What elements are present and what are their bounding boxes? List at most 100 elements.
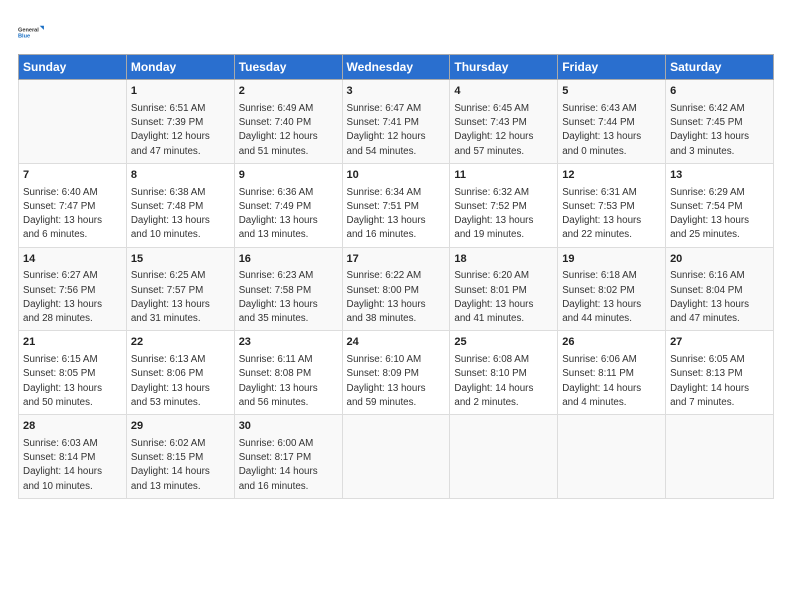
day-number: 30	[239, 419, 338, 435]
cell-text: Sunrise: 6:00 AM Sunset: 8:17 PM Dayligh…	[239, 437, 338, 494]
cell-text: Sunrise: 6:20 AM Sunset: 8:01 PM Dayligh…	[454, 269, 553, 326]
calendar-cell	[19, 80, 127, 164]
day-number: 17	[347, 252, 446, 268]
calendar-cell	[666, 415, 774, 499]
calendar-cell: 10 Sunrise: 6:34 AM Sunset: 7:51 PM Dayli…	[342, 163, 450, 247]
cell-text: Sunrise: 6:10 AM Sunset: 8:09 PM Dayligh…	[347, 353, 446, 410]
calendar-cell: 17Sunrise: 6:22 AM Sunset: 8:00 PM Dayli…	[342, 247, 450, 331]
table-header-row: SundayMondayTuesdayWednesdayThursdayFrid…	[19, 55, 774, 80]
calendar-cell: 18Sunrise: 6:20 AM Sunset: 8:01 PM Dayli…	[450, 247, 558, 331]
day-number: 5	[562, 84, 661, 100]
calendar-cell: 24 Sunrise: 6:10 AM Sunset: 8:09 PM Dayli…	[342, 331, 450, 415]
svg-text:General: General	[18, 27, 39, 33]
calendar-cell: 21 Sunrise: 6:15 AM Sunset: 8:05 PM Dayli…	[19, 331, 127, 415]
day-number: 20	[670, 252, 769, 268]
day-number: 11	[454, 168, 553, 184]
cell-text: Sunrise: 6:49 AM Sunset: 7:40 PM Dayligh…	[239, 102, 338, 159]
calendar-cell	[558, 415, 666, 499]
day-number: 2	[239, 84, 338, 100]
cell-text: Sunrise: 6:23 AM Sunset: 7:58 PM Dayligh…	[239, 269, 338, 326]
day-number: 25	[454, 335, 553, 351]
cell-text: Sunrise: 6:08 AM Sunset: 8:10 PM Dayligh…	[454, 353, 553, 410]
cell-text: Sunrise: 6:43 AM Sunset: 7:44 PM Dayligh…	[562, 102, 661, 159]
cell-text: Sunrise: 6:18 AM Sunset: 8:02 PM Dayligh…	[562, 269, 661, 326]
day-number: 19	[562, 252, 661, 268]
cell-text: Sunrise: 6:06 AM Sunset: 8:11 PM Dayligh…	[562, 353, 661, 410]
col-header-friday: Friday	[558, 55, 666, 80]
cell-text: Sunrise: 6:16 AM Sunset: 8:04 PM Dayligh…	[670, 269, 769, 326]
calendar-cell: 20Sunrise: 6:16 AM Sunset: 8:04 PM Dayli…	[666, 247, 774, 331]
calendar-cell: 28Sunrise: 6:03 AM Sunset: 8:14 PM Dayli…	[19, 415, 127, 499]
cell-text: Sunrise: 6:40 AM Sunset: 7:47 PM Dayligh…	[23, 186, 122, 243]
calendar-cell: 13 Sunrise: 6:29 AM Sunset: 7:54 PM Dayli…	[666, 163, 774, 247]
table-row: 1Sunrise: 6:51 AM Sunset: 7:39 PM Daylig…	[19, 80, 774, 164]
calendar-cell: 22Sunrise: 6:13 AM Sunset: 8:06 PM Dayli…	[126, 331, 234, 415]
calendar-cell: 9 Sunrise: 6:36 AM Sunset: 7:49 PM Daylig…	[234, 163, 342, 247]
cell-text: Sunrise: 6:34 AM Sunset: 7:51 PM Dayligh…	[347, 186, 446, 243]
cell-text: Sunrise: 6:11 AM Sunset: 8:08 PM Dayligh…	[239, 353, 338, 410]
calendar-cell: 29 Sunrise: 6:02 AM Sunset: 8:15 PM Dayli…	[126, 415, 234, 499]
cell-text: Sunrise: 6:45 AM Sunset: 7:43 PM Dayligh…	[454, 102, 553, 159]
day-number: 26	[562, 335, 661, 351]
day-number: 14	[23, 252, 122, 268]
table-row: 7 Sunrise: 6:40 AM Sunset: 7:47 PM Daylig…	[19, 163, 774, 247]
day-number: 28	[23, 419, 122, 435]
calendar-cell: 7 Sunrise: 6:40 AM Sunset: 7:47 PM Daylig…	[19, 163, 127, 247]
calendar-cell: 23Sunrise: 6:11 AM Sunset: 8:08 PM Dayli…	[234, 331, 342, 415]
cell-text: Sunrise: 6:29 AM Sunset: 7:54 PM Dayligh…	[670, 186, 769, 243]
day-number: 29	[131, 419, 230, 435]
cell-text: Sunrise: 6:47 AM Sunset: 7:41 PM Dayligh…	[347, 102, 446, 159]
cell-text: Sunrise: 6:13 AM Sunset: 8:06 PM Dayligh…	[131, 353, 230, 410]
day-number: 18	[454, 252, 553, 268]
calendar-cell: 5 Sunrise: 6:43 AM Sunset: 7:44 PM Daylig…	[558, 80, 666, 164]
day-number: 27	[670, 335, 769, 351]
day-number: 6	[670, 84, 769, 100]
day-number: 24	[347, 335, 446, 351]
col-header-wednesday: Wednesday	[342, 55, 450, 80]
day-number: 13	[670, 168, 769, 184]
calendar-cell	[450, 415, 558, 499]
calendar-cell: 11Sunrise: 6:32 AM Sunset: 7:52 PM Dayli…	[450, 163, 558, 247]
col-header-thursday: Thursday	[450, 55, 558, 80]
day-number: 7	[23, 168, 122, 184]
logo: GeneralBlue	[18, 18, 46, 46]
cell-text: Sunrise: 6:31 AM Sunset: 7:53 PM Dayligh…	[562, 186, 661, 243]
table-row: 21 Sunrise: 6:15 AM Sunset: 8:05 PM Dayli…	[19, 331, 774, 415]
cell-text: Sunrise: 6:42 AM Sunset: 7:45 PM Dayligh…	[670, 102, 769, 159]
calendar-cell: 30 Sunrise: 6:00 AM Sunset: 8:17 PM Dayli…	[234, 415, 342, 499]
day-number: 16	[239, 252, 338, 268]
col-header-tuesday: Tuesday	[234, 55, 342, 80]
cell-text: Sunrise: 6:05 AM Sunset: 8:13 PM Dayligh…	[670, 353, 769, 410]
calendar-cell: 16Sunrise: 6:23 AM Sunset: 7:58 PM Dayli…	[234, 247, 342, 331]
table-row: 28Sunrise: 6:03 AM Sunset: 8:14 PM Dayli…	[19, 415, 774, 499]
col-header-saturday: Saturday	[666, 55, 774, 80]
calendar-cell: 3 Sunrise: 6:47 AM Sunset: 7:41 PM Daylig…	[342, 80, 450, 164]
day-number: 3	[347, 84, 446, 100]
day-number: 1	[131, 84, 230, 100]
day-number: 21	[23, 335, 122, 351]
calendar-cell: 14Sunrise: 6:27 AM Sunset: 7:56 PM Dayli…	[19, 247, 127, 331]
svg-text:Blue: Blue	[18, 34, 30, 40]
calendar-cell: 26 Sunrise: 6:06 AM Sunset: 8:11 PM Dayli…	[558, 331, 666, 415]
cell-text: Sunrise: 6:27 AM Sunset: 7:56 PM Dayligh…	[23, 269, 122, 326]
day-number: 4	[454, 84, 553, 100]
calendar-cell: 25 Sunrise: 6:08 AM Sunset: 8:10 PM Dayli…	[450, 331, 558, 415]
calendar-cell	[342, 415, 450, 499]
cell-text: Sunrise: 6:02 AM Sunset: 8:15 PM Dayligh…	[131, 437, 230, 494]
calendar-cell: 27 Sunrise: 6:05 AM Sunset: 8:13 PM Dayli…	[666, 331, 774, 415]
cell-text: Sunrise: 6:25 AM Sunset: 7:57 PM Dayligh…	[131, 269, 230, 326]
day-number: 12	[562, 168, 661, 184]
logo-icon: GeneralBlue	[18, 18, 46, 46]
col-header-sunday: Sunday	[19, 55, 127, 80]
table-row: 14Sunrise: 6:27 AM Sunset: 7:56 PM Dayli…	[19, 247, 774, 331]
calendar-cell: 8Sunrise: 6:38 AM Sunset: 7:48 PM Daylig…	[126, 163, 234, 247]
col-header-monday: Monday	[126, 55, 234, 80]
calendar-cell: 12 Sunrise: 6:31 AM Sunset: 7:53 PM Dayli…	[558, 163, 666, 247]
day-number: 9	[239, 168, 338, 184]
day-number: 10	[347, 168, 446, 184]
cell-text: Sunrise: 6:36 AM Sunset: 7:49 PM Dayligh…	[239, 186, 338, 243]
cell-text: Sunrise: 6:15 AM Sunset: 8:05 PM Dayligh…	[23, 353, 122, 410]
calendar-cell: 15Sunrise: 6:25 AM Sunset: 7:57 PM Dayli…	[126, 247, 234, 331]
calendar-cell: 4 Sunrise: 6:45 AM Sunset: 7:43 PM Daylig…	[450, 80, 558, 164]
day-number: 8	[131, 168, 230, 184]
